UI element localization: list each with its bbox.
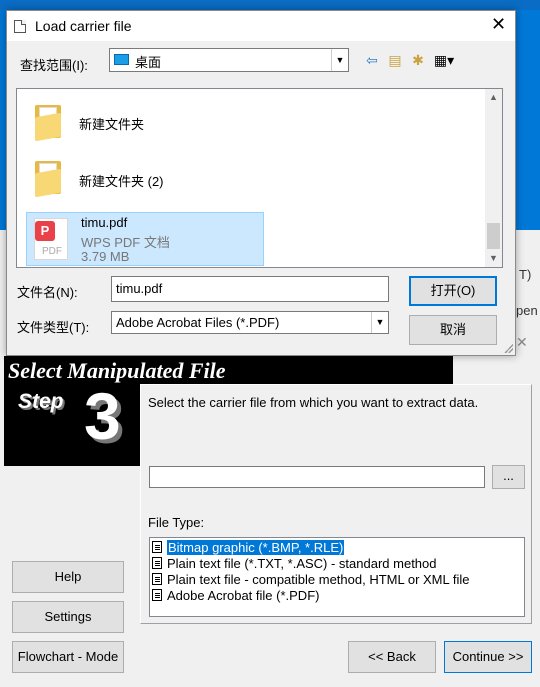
help-button[interactable]: Help bbox=[12, 561, 124, 593]
continue-button[interactable]: Continue >> bbox=[444, 641, 532, 673]
file-type-item-label: Plain text file - compatible method, HTM… bbox=[167, 572, 470, 587]
document-icon bbox=[152, 573, 162, 585]
file-type-item[interactable]: Bitmap graphic (*.BMP, *.RLE) bbox=[152, 539, 346, 556]
folder-icon bbox=[33, 159, 63, 198]
scroll-up-icon[interactable]: ▲ bbox=[485, 89, 502, 106]
document-icon bbox=[14, 20, 26, 33]
open-button[interactable]: 打开(O) bbox=[409, 276, 497, 306]
resize-grip[interactable] bbox=[503, 343, 513, 353]
vertical-scrollbar[interactable]: ▲ ▼ bbox=[485, 89, 502, 267]
step-panel: Step 3 bbox=[4, 379, 140, 466]
file-type-label: File Type: bbox=[148, 515, 205, 530]
browse-button[interactable]: ... bbox=[492, 465, 525, 489]
file-name-label: 文件名(N): bbox=[17, 285, 78, 300]
pdf-icon: P PDF bbox=[34, 218, 68, 260]
document-icon bbox=[152, 557, 162, 569]
file-name-input[interactable]: timu.pdf bbox=[111, 276, 389, 302]
file-type-item[interactable]: Adobe Acrobat file (*.PDF) bbox=[152, 588, 319, 604]
file-name: 新建文件夹 (2) bbox=[79, 174, 164, 189]
file-size-text: 3.79 MB bbox=[81, 249, 130, 264]
file-type-list[interactable]: Bitmap graphic (*.BMP, *.RLE) Plain text… bbox=[149, 537, 525, 617]
content-panel: Select the carrier file from which you w… bbox=[140, 384, 532, 624]
dialog-title: Load carrier file bbox=[35, 18, 132, 34]
file-type-combo[interactable]: Adobe Acrobat Files (*.PDF) ▼ bbox=[111, 311, 389, 334]
file-type-item-label: Bitmap graphic (*.BMP, *.RLE) bbox=[165, 539, 346, 556]
load-carrier-file-dialog: Load carrier file ✕ 查找范围(I): 桌面 ▼ ⇦ ▤ ✱ … bbox=[6, 10, 516, 356]
desktop-background bbox=[0, 0, 540, 10]
document-icon bbox=[152, 541, 162, 553]
view-menu-icon[interactable]: ▦▾ bbox=[431, 51, 457, 69]
chevron-down-icon[interactable]: ▼ bbox=[331, 49, 348, 71]
file-type-label: 文件类型(T): bbox=[17, 320, 90, 335]
close-icon[interactable]: ✕ bbox=[491, 14, 506, 35]
file-type-item-label: Plain text file (*.TXT, *.ASC) - standar… bbox=[167, 556, 437, 571]
step-number: 3 bbox=[84, 379, 121, 453]
dialog-titlebar[interactable]: Load carrier file ✕ bbox=[7, 11, 515, 41]
edge-text-2: pen bbox=[516, 303, 538, 318]
title-banner: Select Manipulated File bbox=[4, 356, 453, 384]
look-in-label: 查找范围(I): bbox=[20, 58, 88, 73]
edge-text-1: T) bbox=[519, 267, 532, 282]
file-list[interactable]: 新建文件夹 新建文件夹 (2) P PDF timu.pdf WPS PDF 文… bbox=[16, 88, 503, 268]
file-type-item[interactable]: Plain text file - compatible method, HTM… bbox=[152, 572, 470, 588]
step-label: Step bbox=[18, 390, 64, 413]
file-name: timu.pdf bbox=[81, 215, 128, 230]
settings-button[interactable]: Settings bbox=[12, 601, 124, 633]
scroll-thumb[interactable] bbox=[487, 223, 500, 249]
list-item-pdf-selected[interactable]: P PDF timu.pdf WPS PDF 文档 3.79 MB bbox=[26, 212, 264, 266]
file-type-value: Adobe Acrobat Files (*.PDF) bbox=[116, 315, 280, 330]
file-type-item[interactable]: Plain text file (*.TXT, *.ASC) - standar… bbox=[152, 556, 437, 572]
look-in-combo[interactable]: 桌面 ▼ bbox=[109, 48, 349, 72]
file-name: 新建文件夹 bbox=[79, 117, 145, 132]
look-in-value: 桌面 bbox=[135, 55, 162, 70]
document-icon bbox=[152, 589, 162, 601]
carrier-path-input[interactable] bbox=[149, 466, 485, 488]
back-arrow-icon[interactable]: ⇦ bbox=[363, 51, 381, 69]
back-button[interactable]: << Back bbox=[348, 641, 436, 673]
chevron-down-icon[interactable]: ▼ bbox=[371, 312, 388, 333]
instruction-text: Select the carrier file from which you w… bbox=[148, 395, 479, 410]
desktop-icon bbox=[114, 54, 129, 65]
new-folder-icon[interactable]: ✱ bbox=[408, 51, 428, 69]
cancel-button[interactable]: 取消 bbox=[409, 315, 497, 345]
list-item-folder[interactable]: 新建文件夹 bbox=[17, 89, 487, 145]
flowchart-mode-button[interactable]: Flowchart - Mode bbox=[12, 641, 124, 673]
file-name-value: timu.pdf bbox=[116, 281, 163, 296]
close-icon[interactable]: ✕ bbox=[516, 334, 528, 351]
up-folder-icon[interactable]: ▤ bbox=[385, 51, 405, 69]
list-item-folder[interactable]: 新建文件夹 (2) bbox=[17, 149, 487, 205]
file-type-item-label: Adobe Acrobat file (*.PDF) bbox=[167, 588, 320, 603]
scroll-down-icon[interactable]: ▼ bbox=[485, 250, 502, 267]
folder-icon bbox=[33, 103, 63, 142]
